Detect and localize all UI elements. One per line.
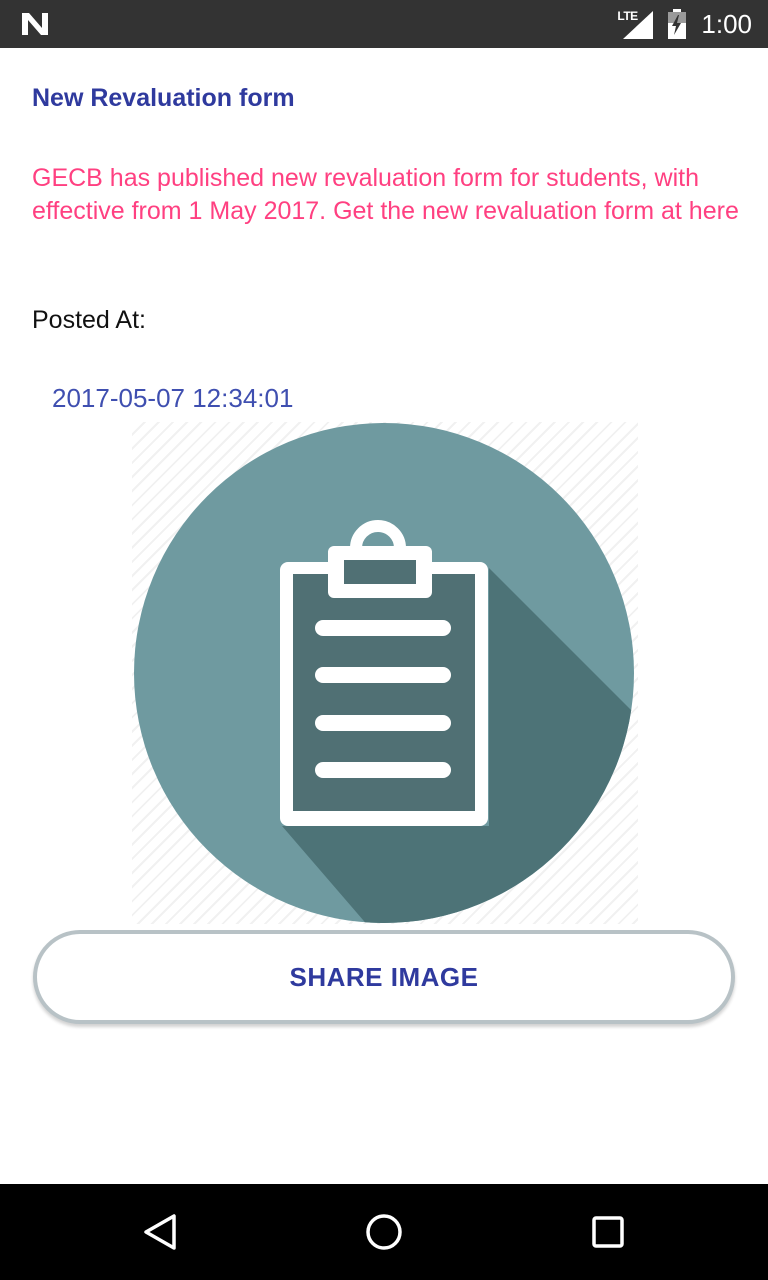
- posted-at-label: Posted At:: [32, 306, 146, 334]
- back-icon[interactable]: [140, 1212, 180, 1252]
- post-image: [132, 422, 638, 924]
- posted-at-timestamp: 2017-05-07 12:34:01: [52, 383, 294, 413]
- n-logo-icon: [22, 13, 48, 35]
- clipboard-icon: [134, 423, 634, 923]
- clock: 1:00: [701, 8, 752, 39]
- home-icon[interactable]: [364, 1212, 404, 1252]
- signal-icon: LTE: [617, 9, 654, 39]
- battery-icon: [668, 9, 687, 39]
- navigation-bar: [0, 1184, 768, 1280]
- recents-icon[interactable]: [588, 1212, 628, 1252]
- post-title: New Revaluation form: [32, 84, 295, 112]
- share-image-button[interactable]: SHARE IMAGE: [33, 930, 735, 1024]
- post-detail: New Revaluation form GECB has published …: [0, 48, 768, 1184]
- post-message: GECB has published new revaluation form …: [32, 164, 739, 225]
- status-bar: LTE 1:00: [0, 0, 768, 48]
